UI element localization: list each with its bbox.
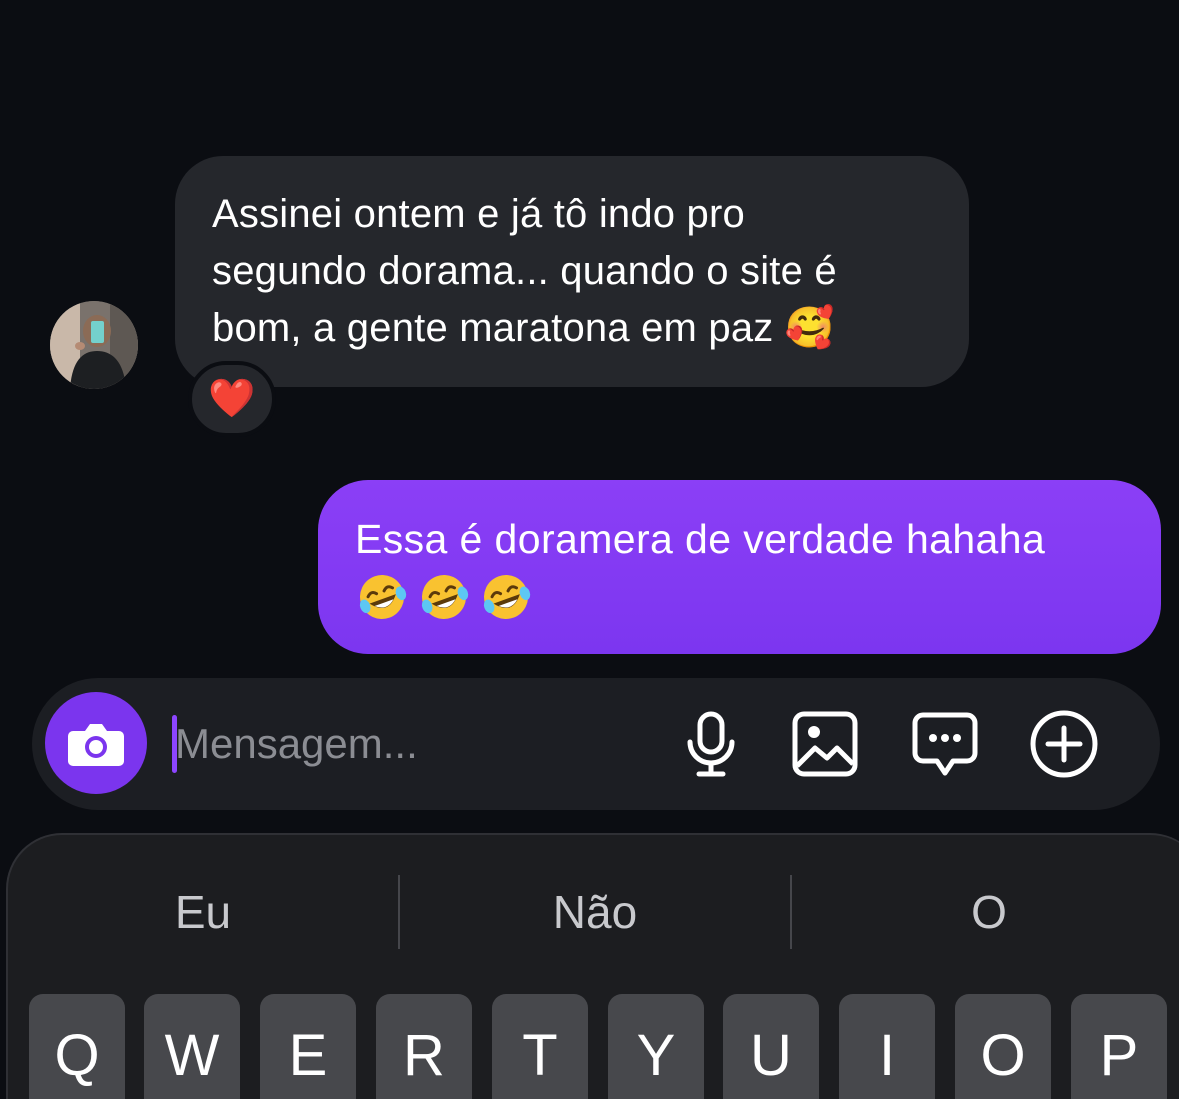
contact-avatar[interactable] [50,301,138,389]
image-icon [792,711,858,777]
outgoing-message-text: Essa é doramera de verdade hahaha [355,516,1046,562]
key-r[interactable]: R [376,994,472,1099]
key-q[interactable]: Q [29,994,125,1099]
suggestion-3[interactable]: O [792,875,1179,949]
incoming-message-text: Assinei ontem e já tô indo pro segundo d… [212,192,837,350]
suggestion-1[interactable]: Eu [8,875,398,949]
rolling-laughing-emoji-icon [421,575,469,619]
predictive-text-bar: Eu Não O [8,875,1179,949]
key-o[interactable]: O [955,994,1051,1099]
key-w[interactable]: W [144,994,240,1099]
incoming-message-bubble[interactable]: Assinei ontem e já tô indo pro segundo d… [175,156,969,387]
rolling-laughing-emoji-icon [483,575,531,619]
gallery-button[interactable] [789,708,861,780]
key-y[interactable]: Y [608,994,704,1099]
chat-bubble-icon [912,712,978,776]
message-input[interactable] [175,714,655,774]
key-e[interactable]: E [260,994,356,1099]
camera-button[interactable] [45,692,147,794]
add-icon [1030,710,1098,778]
heart-reaction[interactable]: ❤️ [188,361,276,437]
on-screen-keyboard: Eu Não O Q W E R T Y U I O P [6,833,1179,1099]
chat-screen: Assinei ontem e já tô indo pro segundo d… [0,0,1179,1099]
message-composer [32,678,1160,810]
key-t[interactable]: T [492,994,588,1099]
key-p[interactable]: P [1071,994,1167,1099]
microphone-icon [687,711,735,777]
outgoing-message-bubble[interactable]: Essa é doramera de verdade hahaha [318,480,1161,654]
add-attachment-button[interactable] [1028,708,1100,780]
rolling-laughing-emoji-icon [359,575,407,619]
microphone-button[interactable] [675,708,747,780]
key-i[interactable]: I [839,994,935,1099]
chat-options-button[interactable] [909,708,981,780]
camera-icon [68,724,124,766]
laughing-emoji-row [355,570,1121,624]
key-u[interactable]: U [723,994,819,1099]
suggestion-2[interactable]: Não [400,875,790,949]
